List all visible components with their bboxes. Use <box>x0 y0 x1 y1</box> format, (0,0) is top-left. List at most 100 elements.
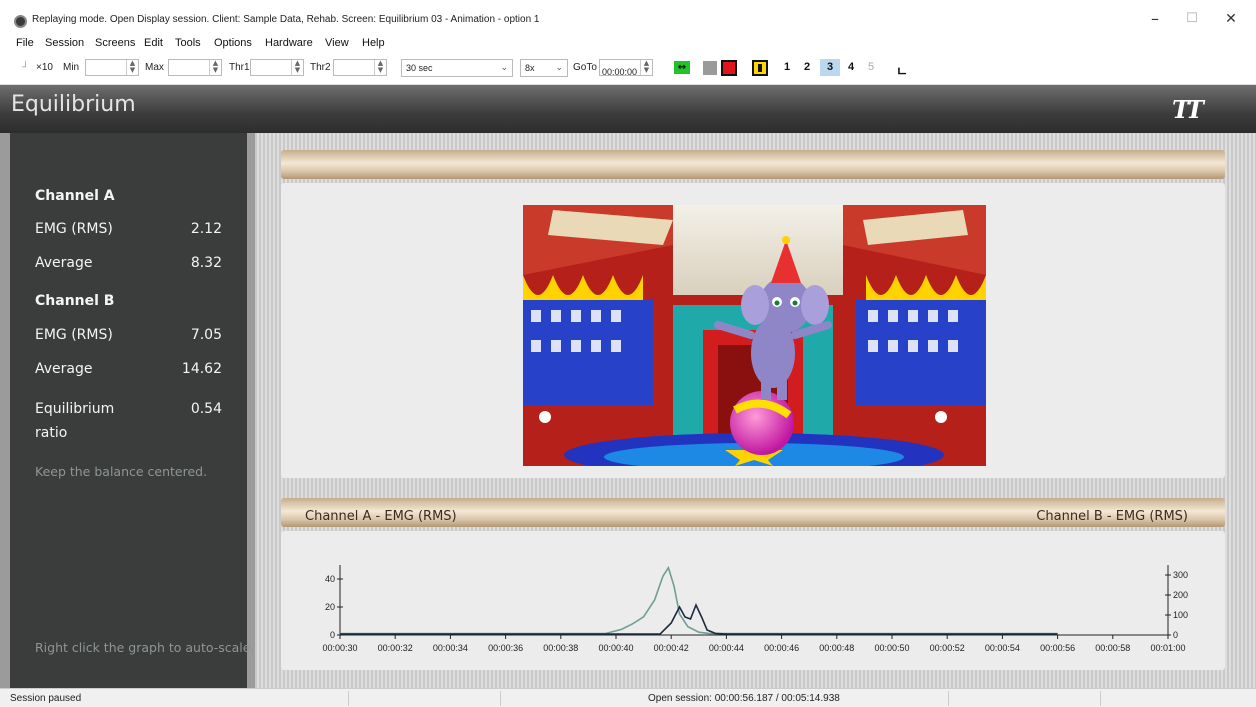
circus-scene-image <box>523 205 986 466</box>
average-a-label: Average <box>35 255 93 271</box>
x-tick-label: 00:00:50 <box>874 643 909 653</box>
minimize-button[interactable]: – <box>1135 8 1175 30</box>
menu-screens[interactable]: Screens <box>95 37 135 49</box>
screen-5-button[interactable]: 5 <box>864 61 878 73</box>
emg-b-value: 7.05 <box>190 327 222 343</box>
status-separator <box>500 691 501 706</box>
menu-help[interactable]: Help <box>362 37 385 49</box>
x-tick-label: 00:00:42 <box>654 643 689 653</box>
screen-1-button[interactable]: 1 <box>780 61 794 73</box>
session-time-status: Open session: 00:00:56.187 / 00:05:14.93… <box>648 693 840 704</box>
y-right-tick-label: 100 <box>1173 610 1188 620</box>
maximize-button[interactable]: ☐ <box>1172 8 1212 30</box>
screen-4-button[interactable]: 4 <box>844 61 858 73</box>
goto-value: 00:00:00 <box>602 67 638 77</box>
channel-b-graph-title: Channel B - EMG (RMS) <box>1036 509 1188 524</box>
pause-icon[interactable] <box>752 60 768 76</box>
emg-chart[interactable]: 00:00:30 00:00:32 00:00:34 00:00:36 00:00:38… <box>281 531 1225 670</box>
x-tick-label: 00:00:32 <box>378 643 413 653</box>
max-label: Max <box>145 62 164 73</box>
marker-icon[interactable]: ┘ <box>22 62 29 73</box>
equilibrium-ratio-label: Equilibrium <box>35 401 115 417</box>
emg-b-label: EMG (RMS) <box>35 327 113 343</box>
session-status: Session paused <box>10 693 82 704</box>
duration-select[interactable]: 30 sec ⌄ <box>401 59 513 77</box>
menu-edit[interactable]: Edit <box>144 37 163 49</box>
brand-logo: TT <box>1172 95 1204 124</box>
thr1-spinner[interactable]: ▲ ▼ <box>250 59 304 76</box>
channel-a-heading: Channel A <box>35 188 115 204</box>
equilibrium-ratio-value: 0.54 <box>190 401 222 417</box>
screen-3-button[interactable]: 3 <box>820 59 840 76</box>
app-icon <box>14 15 27 28</box>
emg-a-label: EMG (RMS) <box>35 221 113 237</box>
status-separator <box>1100 691 1101 706</box>
sync-icon[interactable]: ↔ <box>674 61 690 74</box>
thr2-label: Thr2 <box>310 62 331 73</box>
circus-animation <box>523 205 986 466</box>
menu-options[interactable]: Options <box>214 37 252 49</box>
x-tick-label: 00:00:58 <box>1095 643 1130 653</box>
goto-label: GoTo <box>573 62 597 73</box>
x-tick-label: 00:00:56 <box>1040 643 1075 653</box>
thr2-spinner[interactable]: ▲ ▼ <box>333 59 387 76</box>
y-right-tick-label: 200 <box>1173 590 1188 600</box>
close-button[interactable]: ✕ <box>1211 8 1251 30</box>
min-spinner[interactable]: ▲ ▼ <box>85 59 139 76</box>
average-b-value: 14.62 <box>181 361 222 377</box>
x-tick-label: 00:00:46 <box>764 643 799 653</box>
y-right-tick-label: 300 <box>1173 570 1188 580</box>
sidebar: Channel A EMG (RMS) 2.12 Average 8.32 Ch… <box>0 133 255 688</box>
x-tick-label: 00:00:44 <box>709 643 744 653</box>
stop-icon[interactable] <box>703 61 717 75</box>
y-left-tick-label: 20 <box>325 602 335 612</box>
layout-icon[interactable]: ㄴ <box>895 61 909 80</box>
balance-tip: Keep the balance centered. <box>35 464 208 479</box>
chevron-down-icon: ⌄ <box>555 62 563 72</box>
speed-select[interactable]: 8x ⌄ <box>520 59 568 77</box>
window-titlebar: Replaying mode. Open Display session. Cl… <box>0 0 1256 34</box>
status-bar: Session paused Open session: 00:00:56.18… <box>0 688 1256 707</box>
max-spinner[interactable]: ▲ ▼ <box>168 59 222 76</box>
x-tick-label: 00:00:34 <box>433 643 468 653</box>
x10-button[interactable]: ×10 <box>36 62 53 73</box>
menu-bar: File Session Screens Edit Tools Options … <box>0 34 1256 52</box>
menu-file[interactable]: File <box>16 37 34 49</box>
status-separator <box>948 691 949 706</box>
toolbar: ┘ ×10 Min ▲ ▼ Max ▲ ▼ Thr1 ▲ ▼ Thr2 ▲ ▼ 30 s… <box>0 52 1256 85</box>
series-line-channel-a <box>340 565 1058 635</box>
channel-b-heading: Channel B <box>35 293 115 309</box>
average-a-value: 8.32 <box>190 255 222 271</box>
menu-tools[interactable]: Tools <box>175 37 201 49</box>
menu-hardware[interactable]: Hardware <box>265 37 313 49</box>
record-icon[interactable] <box>721 60 737 76</box>
menu-session[interactable]: Session <box>45 37 84 49</box>
min-label: Min <box>63 62 80 73</box>
x-tick-label: 00:01:00 <box>1150 643 1185 653</box>
screen-2-button[interactable]: 2 <box>800 61 814 73</box>
menu-view[interactable]: View <box>325 37 349 49</box>
window-title: Replaying mode. Open Display session. Cl… <box>32 14 540 25</box>
screen-header: Equilibrium TT <box>0 85 1256 133</box>
x-tick-label: 00:00:30 <box>322 643 357 653</box>
x-tick-label: 00:00:40 <box>598 643 633 653</box>
average-b-label: Average <box>35 361 93 377</box>
x-tick-label: 00:00:36 <box>488 643 523 653</box>
y-right-tick-label: 0 <box>1173 630 1178 640</box>
y-left-tick-label: 40 <box>325 574 335 584</box>
page-title: Equilibrium <box>11 92 136 117</box>
equilibrium-ratio-label-2: ratio <box>35 425 68 441</box>
x-tick-label: 00:00:38 <box>543 643 578 653</box>
x-tick-label: 00:00:54 <box>985 643 1020 653</box>
x-tick-label: 00:00:52 <box>930 643 965 653</box>
emg-a-value: 2.12 <box>190 221 222 237</box>
top-gold-bar <box>281 150 1225 179</box>
y-left-tick-label: 0 <box>330 630 335 640</box>
duration-value: 30 sec <box>406 63 433 73</box>
x-tick-label: 00:00:48 <box>819 643 854 653</box>
speed-value: 8x <box>525 63 535 73</box>
channel-a-graph-title: Channel A - EMG (RMS) <box>305 509 457 524</box>
goto-spinner[interactable]: 00:00:00 ▲ ▼ <box>599 59 653 77</box>
chevron-down-icon: ⌄ <box>500 62 508 72</box>
autoscale-tip: Right click the graph to auto-scale. <box>35 640 255 655</box>
